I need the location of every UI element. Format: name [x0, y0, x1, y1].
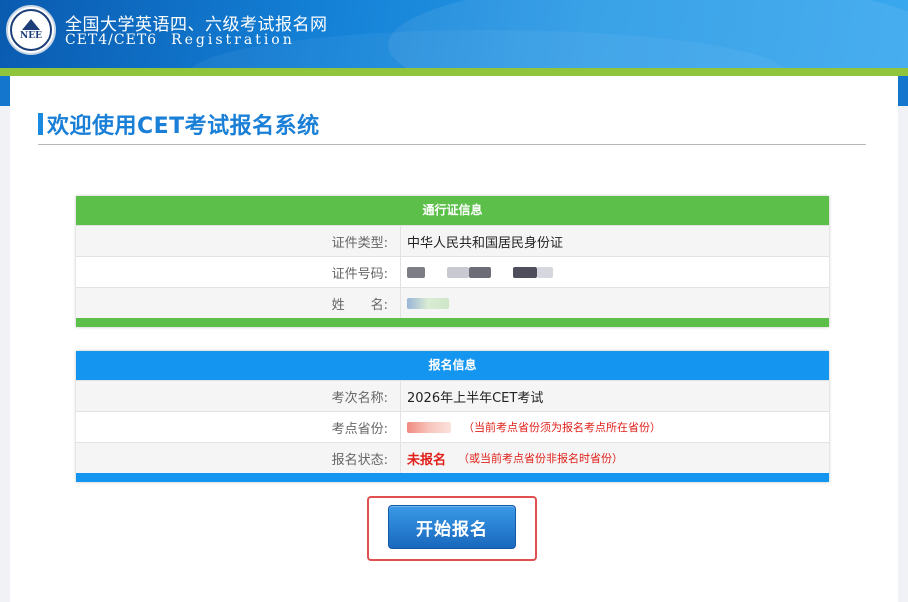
site-subtitle-cet: CET4/CET6	[65, 32, 158, 48]
site-subtitle: CET4/CET6 Registration	[65, 32, 295, 48]
start-registration-button[interactable]: 开始报名	[388, 505, 516, 549]
name-value	[401, 288, 829, 318]
exam-session-value: 2026年上半年CET考试	[401, 381, 829, 411]
redacted-id-number	[407, 266, 553, 278]
site-header: NEE 全国大学英语四、六级考试报名网 CET4/CET6 Registratio…	[0, 0, 908, 68]
id-number-value	[401, 257, 829, 287]
title-marker	[38, 113, 43, 135]
exam-province-row: 考点省份: （当前考点省份须为报名考点所在省份）	[76, 411, 829, 442]
redacted-name	[407, 297, 449, 309]
title-divider	[38, 144, 866, 145]
name-row: 姓 名:	[76, 287, 829, 318]
header-accent-bar	[0, 68, 908, 76]
status-badge: 未报名	[407, 452, 447, 468]
page-title: 欢迎使用CET考试报名系统	[38, 112, 320, 139]
signup-status-value: 未报名 （或当前考点省份非报名时省份）	[401, 443, 829, 473]
site-subtitle-registration: Registration	[171, 32, 295, 48]
page-side-edge	[0, 76, 10, 106]
page-title-text: 欢迎使用CET考试报名系统	[47, 114, 320, 139]
pass-info-card: 通行证信息 证件类型: 中华人民共和国居民身份证 证件号码: 姓 名:	[76, 196, 829, 327]
signup-info-card: 报名信息 考次名称: 2026年上半年CET考试 考点省份: （当前考点省份须为…	[76, 351, 829, 482]
name-label: 姓 名:	[76, 288, 401, 318]
page-side-edge	[898, 76, 908, 106]
id-type-value: 中华人民共和国居民身份证	[401, 226, 829, 256]
pass-info-footer	[76, 318, 829, 327]
exam-province-value: （当前考点省份须为报名考点所在省份）	[401, 412, 829, 442]
province-note: （当前考点省份须为报名考点所在省份）	[463, 421, 661, 434]
status-note: （或当前考点省份非报名时省份）	[458, 452, 624, 465]
id-type-row: 证件类型: 中华人民共和国居民身份证	[76, 225, 829, 256]
id-number-row: 证件号码:	[76, 256, 829, 287]
id-number-label: 证件号码:	[76, 257, 401, 287]
redacted-province	[407, 421, 451, 433]
signup-status-label: 报名状态:	[76, 443, 401, 473]
exam-session-label: 考次名称:	[76, 381, 401, 411]
signup-info-title: 报名信息	[76, 351, 829, 380]
signup-status-row: 报名状态: 未报名 （或当前考点省份非报名时省份）	[76, 442, 829, 473]
exam-session-row: 考次名称: 2026年上半年CET考试	[76, 380, 829, 411]
exam-province-label: 考点省份:	[76, 412, 401, 442]
pass-info-title: 通行证信息	[76, 196, 829, 225]
signup-info-footer	[76, 473, 829, 482]
nee-logo: NEE	[6, 5, 56, 55]
id-type-label: 证件类型:	[76, 226, 401, 256]
